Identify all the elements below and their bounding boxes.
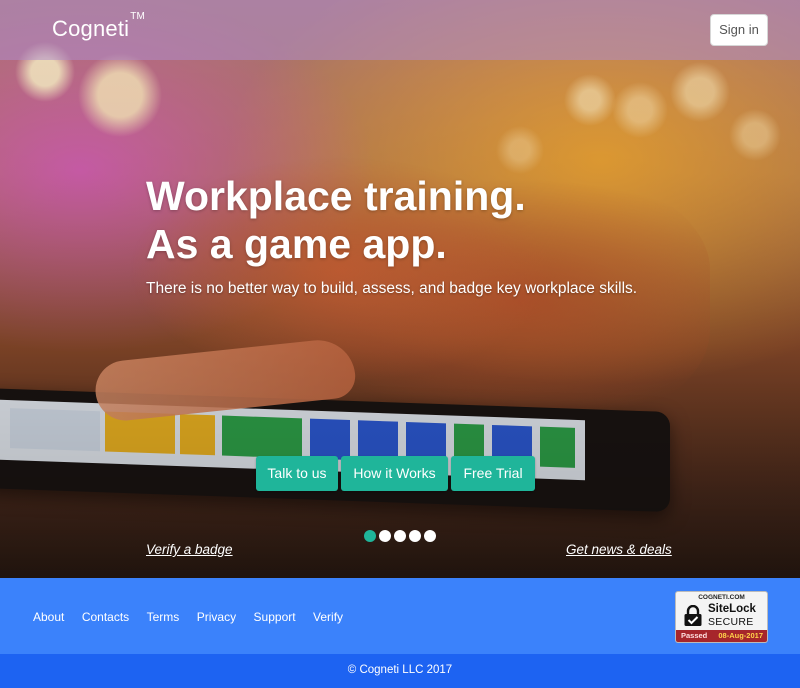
carousel-dot-5[interactable] (424, 530, 436, 542)
logo-trademark: TM (130, 10, 146, 22)
top-header: CognetiTM Sign in (0, 0, 800, 60)
sitelock-site: COGNETI.COM (698, 594, 745, 601)
footer-link-terms[interactable]: Terms (147, 610, 180, 624)
copyright-text: © Cogneti LLC 2017 (347, 664, 453, 676)
news-deals-link[interactable]: Get news & deals (566, 542, 672, 557)
footer-link-about[interactable]: About (33, 610, 64, 624)
hero-headline: Workplace training. As a game app. (146, 172, 706, 268)
free-trial-button[interactable]: Free Trial (451, 456, 535, 491)
copyright-bar: © Cogneti LLC 2017 (0, 654, 800, 688)
carousel-dot-4[interactable] (409, 530, 421, 542)
footer-link-support[interactable]: Support (254, 610, 296, 624)
sign-in-button[interactable]: Sign in (710, 14, 768, 46)
cogneti-logo[interactable]: CognetiTM (52, 11, 145, 42)
sitelock-passed-bar: Passed 08-Aug-2017 (676, 630, 767, 642)
footer: About Contacts Terms Privacy Support Ver… (0, 578, 800, 654)
footer-link-privacy[interactable]: Privacy (197, 610, 236, 624)
sitelock-date: 08-Aug-2017 (718, 631, 763, 640)
talk-to-us-button[interactable]: Talk to us (256, 456, 338, 491)
sitelock-badge[interactable]: COGNETI.COM SiteLock SECURE Passed 08-Au… (675, 591, 768, 643)
footer-link-verify[interactable]: Verify (313, 610, 343, 624)
footer-link-contacts[interactable]: Contacts (82, 610, 129, 624)
sitelock-passed: Passed (681, 631, 708, 640)
hero-subheadline: There is no better way to build, assess,… (146, 280, 638, 297)
sitelock-status: SECURE (708, 616, 754, 628)
carousel-dot-3[interactable] (394, 530, 406, 542)
headline-line-2: As a game app. (146, 221, 447, 267)
logo-text: Cogneti (52, 16, 130, 41)
how-it-works-button[interactable]: How it Works (341, 456, 448, 491)
headline-line-1: Workplace training. (146, 173, 526, 219)
carousel-dot-1[interactable] (364, 530, 376, 542)
footer-nav: About Contacts Terms Privacy Support Ver… (33, 608, 356, 626)
sitelock-brand: SiteLock (708, 603, 756, 615)
carousel-dot-2[interactable] (379, 530, 391, 542)
verify-badge-link[interactable]: Verify a badge (146, 542, 233, 557)
lock-checkmark-icon (684, 605, 702, 626)
